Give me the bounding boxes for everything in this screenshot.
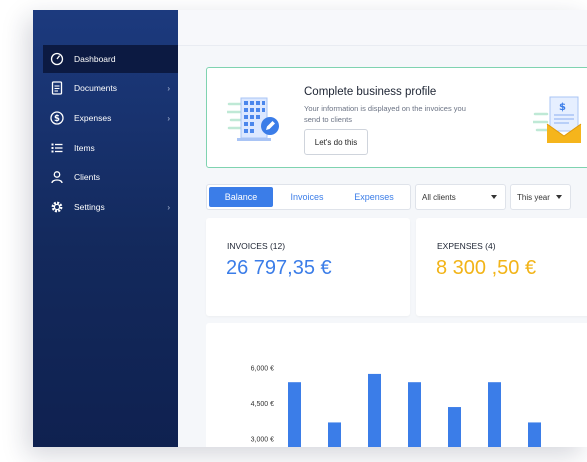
speedometer-icon	[50, 52, 64, 66]
sidebar-item-dashboard[interactable]: Dashboard	[43, 45, 178, 73]
gear-icon	[50, 200, 64, 214]
balance-chart-card: 6,000 € 4,500 € 3,000 €	[206, 323, 587, 447]
chart-bar[interactable]	[528, 422, 541, 447]
building-illustration-icon	[227, 97, 279, 141]
invoice-envelope-illustration-icon: $	[533, 96, 582, 143]
dollar-circle-icon: $	[50, 111, 64, 125]
sidebar-item-items[interactable]: Items	[43, 134, 178, 162]
clients-filter-value: All clients	[422, 192, 456, 202]
list-icon	[50, 141, 64, 155]
chart-bar[interactable]	[368, 373, 381, 447]
sidebar-item-label: Settings	[74, 202, 105, 212]
period-filter-value: This year	[517, 192, 550, 202]
caret-down-icon	[556, 195, 562, 199]
tab-balance[interactable]: Balance	[209, 187, 273, 207]
promo-subtitle: Your information is displayed on the inv…	[304, 104, 466, 124]
view-tabs: Balance Invoices Expenses	[206, 184, 411, 210]
tab-expenses[interactable]: Expenses	[341, 187, 407, 207]
chevron-right-icon: ›	[167, 113, 170, 123]
sidebar-item-label: Documents	[74, 83, 117, 93]
expenses-kpi-label: EXPENSES (4)	[437, 241, 496, 251]
app-window: Dashboard Documents › $ Expenses › Items	[33, 10, 587, 447]
chevron-right-icon: ›	[167, 202, 170, 212]
sidebar-item-settings[interactable]: Settings ›	[43, 193, 178, 221]
period-filter-select[interactable]: This year	[510, 184, 571, 210]
sidebar-item-label: Clients	[74, 172, 100, 182]
sidebar: Dashboard Documents › $ Expenses › Items	[33, 10, 178, 447]
chart-bar[interactable]	[488, 382, 501, 447]
invoices-kpi-card: INVOICES (12) 26 797,35 €	[206, 218, 410, 316]
chart-bar[interactable]	[408, 382, 421, 447]
y-tick-label: 4,500 €	[251, 401, 274, 408]
invoices-kpi-value: 26 797,35 €	[226, 257, 332, 279]
sidebar-item-expenses[interactable]: $ Expenses ›	[43, 104, 178, 132]
top-bar	[178, 10, 587, 46]
y-tick-label: 3,000 €	[251, 437, 274, 444]
clients-filter-select[interactable]: All clients	[415, 184, 506, 210]
chevron-right-icon: ›	[167, 83, 170, 93]
promo-title: Complete business profile	[304, 86, 437, 98]
expenses-kpi-card: EXPENSES (4) 8 300 ,50 €	[416, 218, 587, 316]
chart-bar[interactable]	[328, 422, 341, 447]
expenses-kpi-value: 8 300 ,50 €	[436, 257, 537, 279]
y-tick-label: 6,000 €	[251, 366, 274, 373]
sidebar-item-label: Dashboard	[74, 54, 116, 64]
tab-invoices[interactable]: Invoices	[277, 187, 337, 207]
chart-bar[interactable]	[448, 407, 461, 447]
svg-text:$: $	[54, 114, 60, 124]
balance-bar-chart: 6,000 € 4,500 € 3,000 €	[251, 366, 541, 447]
sidebar-item-label: Expenses	[74, 113, 112, 123]
invoices-kpi-label: INVOICES (12)	[227, 241, 286, 251]
chart-bar[interactable]	[288, 382, 301, 447]
document-icon	[50, 81, 64, 95]
sidebar-item-documents[interactable]: Documents ›	[43, 74, 178, 102]
svg-text:$: $	[559, 102, 566, 113]
sidebar-item-label: Items	[74, 143, 95, 153]
lets-do-this-button[interactable]: Let's do this	[304, 129, 368, 155]
caret-down-icon	[491, 195, 497, 199]
business-profile-card: Complete business profile Your informati…	[206, 67, 587, 168]
sidebar-item-clients[interactable]: Clients	[43, 163, 178, 191]
user-icon	[50, 170, 64, 184]
